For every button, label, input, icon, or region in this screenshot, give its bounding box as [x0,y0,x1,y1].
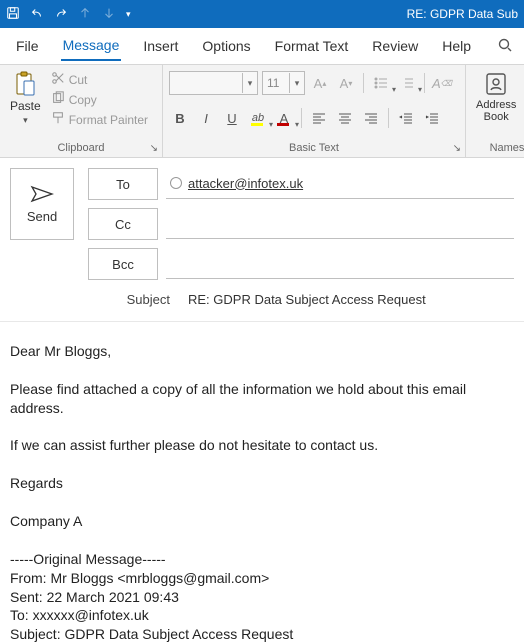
subject-label: Subject [40,292,180,307]
scissors-icon [51,71,65,88]
search-icon[interactable] [497,37,513,56]
body-signature: Company A [10,513,82,529]
qat-customize-icon[interactable]: ▾ [126,9,131,20]
tab-format-text[interactable]: Format Text [273,32,351,60]
address-book-label: Address Book [476,99,516,123]
chevron-down-icon: ▾ [295,120,299,129]
align-center-button[interactable] [334,107,356,129]
align-right-button[interactable] [360,107,382,129]
separator [363,73,364,93]
paintbrush-icon [51,111,65,128]
cc-button[interactable]: Cc [88,208,158,240]
orig-sent: Sent: 22 March 2021 09:43 [10,589,179,605]
body-greeting: Dear Mr Bloggs, [10,343,111,359]
paste-button[interactable]: Paste ▾ [6,69,45,128]
ribbon-group-clipboard: Paste ▾ Cut Copy Format Painter Clipboar… [0,65,163,157]
paste-label: Paste [10,99,41,113]
orig-to: To: xxxxxx@infotex.uk [10,607,149,623]
decrease-indent-button[interactable] [395,107,417,129]
tab-message[interactable]: Message [61,31,122,61]
body-regards: Regards [10,475,63,491]
names-group-label: Names [472,140,524,157]
format-painter-label: Format Painter [69,113,148,127]
ribbon-tabs: File Message Insert Options Format Text … [0,28,524,65]
quick-access-toolbar: ▾ [6,6,131,23]
ribbon: Paste ▾ Cut Copy Format Painter Clipboar… [0,65,524,158]
bold-button[interactable]: B [169,107,191,129]
send-label: Send [27,209,57,224]
ribbon-group-basic-text: ▾ 11▾ A▴ A▾ ▾ ▾ A⌫ B [163,65,466,157]
subject-field[interactable]: RE: GDPR Data Subject Access Request [188,292,514,307]
underline-button[interactable]: U [221,107,243,129]
tab-options[interactable]: Options [200,32,252,60]
to-field[interactable]: attacker@infotex.uk [166,168,514,199]
clear-formatting-button: A⌫ [431,72,453,94]
body-para2: If we can assist further please do not h… [10,437,378,453]
orig-header: -----Original Message----- [10,551,166,567]
send-icon [30,185,54,203]
separator [388,108,389,128]
cut-button: Cut [51,71,148,88]
font-size-combo[interactable]: 11▾ [262,71,305,95]
italic-button[interactable]: I [195,107,217,129]
ribbon-group-names: Address Book C Na Names [466,65,524,157]
tab-review[interactable]: Review [370,32,420,60]
font-color-button[interactable]: A▾ [273,107,295,129]
address-book-icon [483,71,509,97]
send-button[interactable]: Send [10,168,74,240]
font-family-combo[interactable]: ▾ [169,71,258,95]
dialog-launcher-icon[interactable]: ↘ [453,143,461,154]
undo-icon[interactable] [30,6,44,23]
chevron-down-icon: ▾ [242,73,257,93]
chevron-down-icon: ▾ [418,85,422,94]
up-arrow-icon [78,6,92,23]
format-painter-button: Format Painter [51,111,148,128]
bullets-button: ▾ [370,72,392,94]
dialog-launcher-icon[interactable]: ↘ [150,143,158,154]
copy-button: Copy [51,91,148,108]
down-arrow-icon [102,6,116,23]
cut-label: Cut [69,73,88,87]
orig-from: From: Mr Bloggs <mrbloggs@gmail.com> [10,570,269,586]
title-bar: ▾ RE: GDPR Data Sub [0,0,524,28]
window-title: RE: GDPR Data Sub [407,7,518,21]
paste-icon [13,71,37,97]
redo-icon[interactable] [54,6,68,23]
message-body[interactable]: Dear Mr Bloggs, Please find attached a c… [0,321,524,644]
tab-file[interactable]: File [14,32,41,60]
to-button[interactable]: To [88,168,158,200]
cc-field[interactable] [166,208,514,239]
orig-subject: Subject: GDPR Data Subject Access Reques… [10,626,293,642]
tab-help[interactable]: Help [440,32,473,60]
grow-font-button: A▴ [309,72,331,94]
copy-icon [51,91,65,108]
separator [424,73,425,93]
copy-label: Copy [69,93,97,107]
body-para1: Please find attached a copy of all the i… [10,381,470,416]
compose-header: Send To attacker@infotex.uk Cc Bcc Subje… [0,158,524,307]
shrink-font-button: A▾ [335,72,357,94]
chevron-down-icon: ▾ [23,115,28,126]
to-recipient[interactable]: attacker@infotex.uk [188,176,303,191]
separator [301,108,302,128]
font-size-value: 11 [263,76,289,90]
numbering-button: ▾ [396,72,418,94]
basic-text-group-label: Basic Text [169,140,459,157]
bcc-button[interactable]: Bcc [88,248,158,280]
chevron-down-icon: ▾ [289,73,304,93]
presence-icon [170,177,182,189]
address-book-button[interactable]: Address Book [472,69,520,125]
clipboard-group-label: Clipboard [6,140,156,157]
bcc-field[interactable] [166,248,514,279]
save-icon[interactable] [6,6,20,23]
align-left-button[interactable] [308,107,330,129]
increase-indent-button[interactable] [421,107,443,129]
highlight-color-button[interactable]: ab▾ [247,107,269,129]
tab-insert[interactable]: Insert [141,32,180,60]
